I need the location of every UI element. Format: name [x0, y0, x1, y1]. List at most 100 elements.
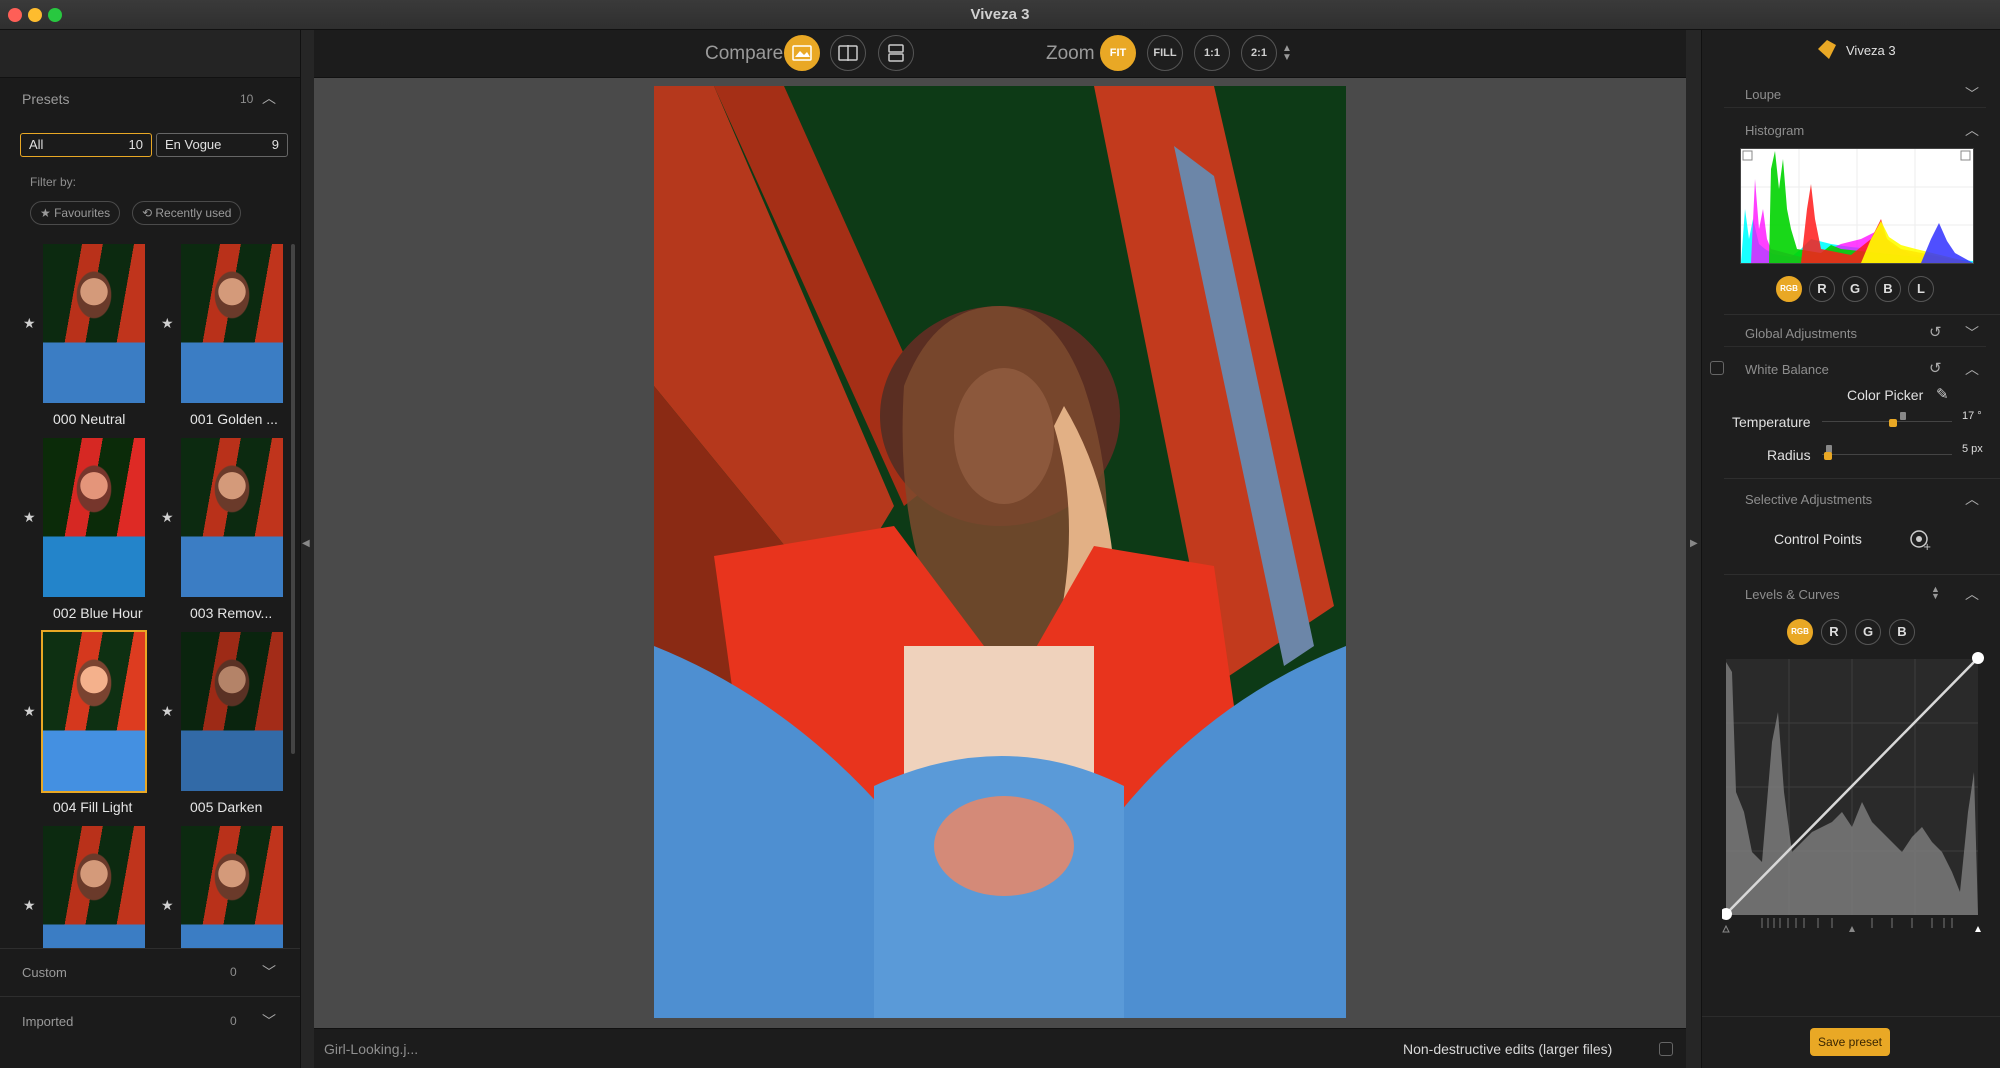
- histogram-channel-g[interactable]: G: [1842, 276, 1868, 302]
- temperature-label: Temperature: [1732, 414, 1811, 430]
- color-picker-label: Color Picker: [1847, 387, 1924, 403]
- selective-adjustments-section[interactable]: Selective Adjustments ︿: [1724, 483, 1986, 513]
- zoom-fit-button[interactable]: FIT: [1100, 35, 1136, 71]
- white-balance-label: White Balance: [1745, 362, 1829, 377]
- preset-tab-en-vogue[interactable]: En Vogue 9: [156, 133, 288, 157]
- eyedropper-icon[interactable]: ✎: [1936, 385, 1949, 403]
- radius-slider[interactable]: [1822, 441, 1952, 461]
- preset-thumb-007[interactable]: [179, 824, 285, 948]
- preset-thumb-000[interactable]: [41, 242, 147, 405]
- presets-count: 10: [240, 92, 254, 106]
- temperature-slider[interactable]: [1822, 408, 1952, 428]
- split-view-button[interactable]: [830, 35, 866, 71]
- collapse-left-icon: ◀: [302, 538, 310, 549]
- preset-tab-en-vogue-label: En Vogue: [165, 137, 222, 152]
- star-icon[interactable]: ★: [23, 509, 36, 526]
- toolbar: [314, 30, 1686, 78]
- zoom-stepper-icon[interactable]: ▲ ▼: [1282, 44, 1292, 63]
- preset-thumb-002[interactable]: [41, 436, 147, 599]
- control-point-icon[interactable]: +: [1909, 529, 1931, 553]
- right-panel-collapse[interactable]: ▶: [1686, 30, 1702, 1068]
- white-balance-checkbox[interactable]: [1710, 361, 1724, 375]
- single-view-button[interactable]: [784, 35, 820, 71]
- loupe-section[interactable]: Loupe ﹀: [1724, 78, 1986, 108]
- preset-label-000: 000 Neutral: [53, 411, 126, 427]
- radius-value: 5 px: [1962, 443, 1983, 455]
- global-adjustments-label: Global Adjustments: [1745, 326, 1858, 341]
- preset-thumb-003[interactable]: [179, 436, 285, 599]
- window-title: Viveza 3: [970, 6, 1030, 23]
- control-points-label: Control Points: [1774, 531, 1862, 547]
- reset-icon[interactable]: ↺: [1929, 359, 1942, 377]
- preset-scrollbar[interactable]: [291, 244, 295, 754]
- chevron-up-icon: ︿: [1965, 122, 1979, 138]
- brand-name: Viveza 3: [1846, 43, 1896, 58]
- star-icon[interactable]: ★: [23, 315, 36, 332]
- temperature-default-marker: [1900, 412, 1906, 420]
- preset-label-002: 002 Blue Hour: [53, 605, 143, 621]
- star-icon[interactable]: ★: [23, 703, 36, 720]
- curves-channel-r[interactable]: R: [1821, 619, 1847, 645]
- custom-count: 0: [230, 965, 237, 979]
- radius-track: [1822, 441, 1952, 455]
- divider: [0, 948, 300, 949]
- preview-image[interactable]: [654, 86, 1346, 1018]
- star-icon[interactable]: ★: [23, 897, 36, 914]
- curves-editor[interactable]: [1720, 652, 1984, 934]
- divider: [1702, 1016, 2000, 1017]
- single-view-icon: [792, 45, 812, 61]
- zoom-1-1-button[interactable]: 1:1: [1194, 35, 1230, 71]
- white-balance-section[interactable]: White Balance ↺ ︿: [1724, 353, 1986, 383]
- filter-favourites[interactable]: ★ Favourites: [30, 201, 121, 225]
- global-adjustments-section[interactable]: Global Adjustments ↺ ﹀: [1724, 317, 1986, 347]
- star-icon[interactable]: ★: [161, 897, 174, 914]
- preset-thumb-004[interactable]: [41, 630, 147, 793]
- reset-icon[interactable]: ↺: [1929, 323, 1942, 341]
- curves-channel-g[interactable]: G: [1855, 619, 1881, 645]
- stepper-icon[interactable]: ▲ ▼: [1931, 585, 1940, 601]
- chevron-down-icon[interactable]: ﹀: [262, 962, 276, 982]
- zoom-2-1-button[interactable]: 2:1: [1241, 35, 1277, 71]
- imported-section-label: Imported: [22, 1014, 74, 1029]
- curves-channel-rgb[interactable]: RGB: [1787, 619, 1813, 645]
- left-panel-header: [0, 30, 300, 78]
- left-panel-collapse[interactable]: ◀: [300, 30, 314, 1068]
- imported-count: 0: [230, 1014, 237, 1028]
- preset-thumb-005[interactable]: [179, 630, 285, 793]
- temperature-value: 17 °: [1962, 410, 1982, 422]
- preset-label-001: 001 Golden ...: [190, 411, 278, 427]
- radius-knob[interactable]: [1824, 452, 1832, 460]
- non-destructive-checkbox[interactable]: [1659, 1042, 1673, 1056]
- histogram-channel-l[interactable]: L: [1908, 276, 1934, 302]
- star-icon[interactable]: ★: [161, 315, 174, 332]
- temperature-knob[interactable]: [1889, 419, 1897, 427]
- title-bar: Viveza 3: [0, 0, 2000, 30]
- chevron-up-icon[interactable]: ︿: [262, 88, 276, 108]
- histogram-channel-rgb[interactable]: RGB: [1776, 276, 1802, 302]
- preset-label-004: 004 Fill Light: [53, 799, 133, 815]
- curves-channel-b[interactable]: B: [1889, 619, 1915, 645]
- side-by-side-button[interactable]: [878, 35, 914, 71]
- zoom-fill-button[interactable]: FILL: [1147, 35, 1183, 71]
- file-name: Girl-Looking.j...: [324, 1041, 419, 1057]
- chevron-down-icon: ﹀: [1965, 86, 1979, 102]
- preset-thumb-001[interactable]: [179, 242, 285, 405]
- divider: [1724, 478, 2000, 479]
- save-preset-button[interactable]: Save preset: [1810, 1028, 1890, 1056]
- histogram-channel-b[interactable]: B: [1875, 276, 1901, 302]
- histogram-section[interactable]: Histogram ︿: [1724, 114, 1986, 144]
- chevron-down-icon[interactable]: ﹀: [262, 1011, 276, 1031]
- histogram-channel-r[interactable]: R: [1809, 276, 1835, 302]
- star-icon[interactable]: ★: [161, 509, 174, 526]
- preset-tab-all[interactable]: All 10: [20, 133, 152, 157]
- preset-tab-all-label: All: [29, 137, 44, 152]
- divider: [0, 996, 300, 997]
- photo-illustration: [654, 86, 1346, 1018]
- preset-thumb-006[interactable]: [41, 824, 147, 948]
- levels-curves-section[interactable]: Levels & Curves ▲ ▼ ︿: [1724, 578, 1986, 608]
- temperature-track: [1822, 408, 1952, 422]
- star-icon[interactable]: ★: [161, 703, 174, 720]
- filter-recently-used[interactable]: ⟲ Recently used: [132, 201, 242, 225]
- preset-tab-all-count: 10: [128, 137, 143, 152]
- chevron-up-icon: ︿: [1965, 586, 1979, 602]
